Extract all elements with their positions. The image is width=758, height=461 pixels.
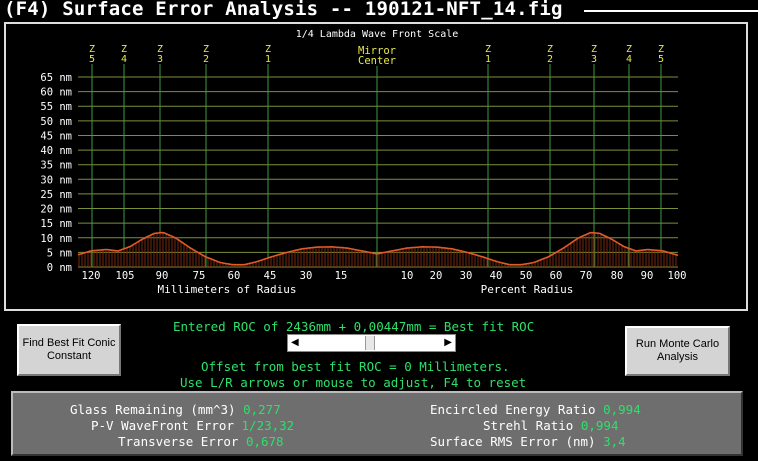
x-tick-label: 30 [300,270,313,282]
grid [78,76,678,268]
encircled-energy-stat: Encircled Energy Ratio 0,994 [430,402,641,417]
zone-number: 2 [547,54,553,65]
transverse-error-label: Transverse Error [118,434,239,449]
y-tick-label: 50 nm [40,116,72,128]
y-tick-label: 0 nm [47,262,72,274]
zone-number: 3 [591,54,597,65]
x-tick-label: 80 [611,270,624,282]
y-tick-label: 5 nm [47,247,72,259]
y-tick-label: 60 nm [40,87,72,99]
strehl-ratio-label: Strehl Ratio [483,418,574,433]
mirror-center-label-2: Center [358,55,396,67]
x-left-axis-label: Millimeters of Radius [157,283,296,296]
strehl-ratio-stat: Strehl Ratio 0,994 [483,418,618,433]
offset-message: Offset from best fit ROC = 0 Millimeters… [201,359,510,374]
x-tick-label: 105 [116,270,135,282]
x-tick-label: 60 [228,270,241,282]
pv-error-label: P-V WaveFront Error [91,418,234,433]
rms-error-stat: Surface RMS Error (nm) 3,4 [430,434,626,449]
x-tick-label: 120 [82,270,101,282]
transverse-error-value: 0,678 [245,434,284,449]
y-tick-label: 45 nm [40,130,72,142]
zone-number: 3 [157,54,163,65]
encircled-energy-label: Encircled Energy Ratio [430,402,596,417]
zone-number: 2 [203,54,209,65]
x-tick-label: 70 [580,270,593,282]
x-tick-label: 30 [460,270,473,282]
x-tick-label: 45 [264,270,277,282]
x-tick-label: 50 [520,270,533,282]
hint-message: Use L/R arrows or mouse to adjust, F4 to… [180,375,527,390]
zone-number: 5 [89,54,95,65]
glass-remaining-value: 0,277 [243,402,281,417]
zone-number: 1 [265,54,271,65]
zone-number: 4 [121,54,127,65]
glass-remaining-stat: Glass Remaining (mm^3) 0,277 [70,402,281,417]
y-tick-label: 65 nm [40,72,72,84]
roc-offset-slider[interactable]: ◀ ▶ [287,334,456,352]
find-best-fit-conic-button[interactable]: Find Best Fit Conic Constant [17,324,121,376]
surface-error-plot: 1/4 Lambda Wave Front Scale Mirror Cente… [40,29,687,296]
y-tick-label: 55 nm [40,101,72,113]
zone-number: 4 [626,54,632,65]
y-tick-label: 30 nm [40,174,72,186]
glass-remaining-label: Glass Remaining (mm^3) [70,402,236,417]
pv-error-stat: P-V WaveFront Error 1/23,32 [91,418,294,433]
x-tick-label: 60 [550,270,563,282]
x-tick-label: 10 [401,270,414,282]
x-tick-label: 40 [490,270,503,282]
y-tick-label: 25 nm [40,189,72,201]
scale-title: 1/4 Lambda Wave Front Scale [296,29,459,40]
rms-error-value: 3,4 [603,434,626,449]
x-tick-label: 75 [193,270,206,282]
x-tick-label: 90 [156,270,169,282]
strehl-ratio-value: 0,994 [580,418,619,433]
zone-number: 5 [658,54,664,65]
roc-message: Entered ROC of 2436mm + 0,00447mm = Best… [173,319,535,334]
x-axis: 120 105 90 75 60 45 30 15 10 20 30 40 50 60 70 80 90 100 [82,270,687,282]
y-tick-label: 15 nm [40,218,72,230]
y-axis: 65 nm 60 nm 55 nm 50 nm 45 nm 40 nm 35 nm 30 nm… [40,72,72,274]
x-tick-label: 20 [430,270,443,282]
encircled-energy-value: 0,994 [603,402,641,417]
slider-right-arrow-icon[interactable]: ▶ [444,335,452,351]
y-tick-label: 35 nm [40,160,72,172]
slider-thumb[interactable] [365,336,375,350]
x-tick-label: 100 [668,270,687,282]
zone-number: 1 [485,54,491,65]
y-tick-label: 20 nm [40,204,72,216]
transverse-error-stat: Transverse Error 0,678 [118,434,284,449]
x-tick-label: 15 [335,270,348,282]
pv-error-value: 1/23,32 [241,418,295,433]
x-right-axis-label: Percent Radius [481,283,574,296]
rms-error-label: Surface RMS Error (nm) [430,434,596,449]
slider-left-arrow-icon[interactable]: ◀ [291,335,299,351]
y-tick-label: 40 nm [40,145,72,157]
y-tick-label: 10 nm [40,233,72,245]
x-tick-label: 90 [641,270,654,282]
stats-panel: Glass Remaining (mm^3) 0,277 P-V WaveFro… [11,391,743,456]
run-monte-carlo-button[interactable]: Run Monte Carlo Analysis [625,326,730,376]
